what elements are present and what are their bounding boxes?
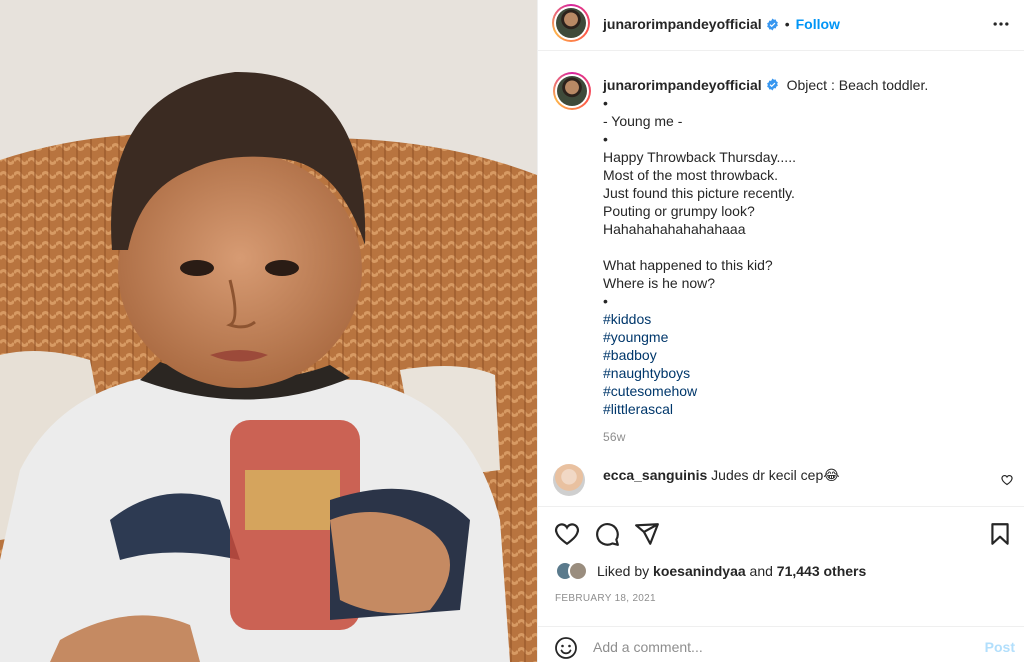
commenter-avatar[interactable] xyxy=(553,464,585,496)
caption-line: • xyxy=(603,95,608,111)
emoji-icon[interactable] xyxy=(554,636,578,660)
likes-prefix: Liked by xyxy=(597,563,650,579)
caption-line: • xyxy=(603,293,608,309)
header-user-line: junarorimpandeyofficial • Follow xyxy=(603,16,840,32)
hashtag-link[interactable]: #naughtyboys xyxy=(603,364,988,382)
instagram-post-view: junarorimpandeyofficial • Follow junaror… xyxy=(0,0,1024,662)
comment-like-heart-icon[interactable] xyxy=(1001,474,1013,486)
caption-line: Pouting or grumpy look? xyxy=(603,203,755,219)
post-header: junarorimpandeyofficial • Follow xyxy=(538,0,1024,51)
comment-icon[interactable] xyxy=(594,521,620,547)
caption-title: Object : Beach toddler. xyxy=(786,77,929,93)
caption-line: What happened to this kid? xyxy=(603,257,773,273)
caption-username[interactable]: junarorimpandeyofficial xyxy=(603,77,762,93)
more-options-icon[interactable] xyxy=(991,14,1011,34)
likes-count[interactable]: 71,443 others xyxy=(777,563,867,579)
hashtag-link[interactable]: #badboy xyxy=(603,346,988,364)
caption-first-line: junarorimpandeyofficial Object : Beach t… xyxy=(603,76,988,94)
comment-row: ecca_sanguinis Judes dr kecil cep😂 xyxy=(553,462,1013,498)
post-comment-button[interactable]: Post xyxy=(985,639,1015,655)
author-username[interactable]: junarorimpandeyofficial xyxy=(603,16,762,32)
caption-line: • xyxy=(603,131,608,147)
caption-timestamp[interactable]: 56w xyxy=(603,428,988,446)
hashtag-link[interactable]: #cutesomehow xyxy=(603,382,988,400)
verified-badge-icon xyxy=(766,78,778,91)
post-actions-bar xyxy=(538,506,1024,558)
post-date[interactable]: FEBRUARY 18, 2021 xyxy=(555,593,656,604)
commenter-username[interactable]: ecca_sanguinis xyxy=(603,467,707,483)
hashtag-link[interactable]: #littlerascal xyxy=(603,400,988,418)
toddler-photo-illustration xyxy=(0,0,537,662)
likes-summary: Liked by koesanindyaa and 71,443 others xyxy=(555,560,866,582)
caption-line xyxy=(603,238,988,256)
caption-line: Hahahahahahahahaaa xyxy=(603,221,746,237)
post-details-panel: junarorimpandeyofficial • Follow junaror… xyxy=(537,0,1024,662)
caption-text: junarorimpandeyofficial Object : Beach t… xyxy=(603,76,988,446)
caption-line: Happy Throwback Thursday..... xyxy=(603,149,796,165)
verified-badge-icon xyxy=(766,18,778,30)
likes-and: and xyxy=(749,563,773,579)
heart-icon[interactable] xyxy=(554,521,580,547)
comment-text: ecca_sanguinis Judes dr kecil cep😂 xyxy=(603,467,840,484)
hashtag-link[interactable]: #youngme xyxy=(603,328,988,346)
liker-avatars[interactable] xyxy=(555,561,591,581)
comment-body: Judes dr kecil cep😂 xyxy=(711,467,840,483)
add-comment-bar: Post xyxy=(538,626,1024,662)
follow-button[interactable]: Follow xyxy=(796,16,840,32)
caption-line: Just found this picture recently. xyxy=(603,185,795,201)
liker-username[interactable]: koesanindyaa xyxy=(653,563,746,579)
share-icon[interactable] xyxy=(634,521,660,547)
caption-line: Where is he now? xyxy=(603,275,716,291)
author-avatar[interactable] xyxy=(552,4,590,42)
caption-line: - Young me - xyxy=(603,113,683,129)
bookmark-icon[interactable] xyxy=(987,521,1013,547)
caption-author-avatar[interactable] xyxy=(553,72,591,110)
caption-line: Most of the most throwback. xyxy=(603,167,779,183)
post-photo[interactable] xyxy=(0,0,537,662)
hashtag-link[interactable]: #kiddos xyxy=(603,310,988,328)
follow-separator: • xyxy=(784,16,790,32)
comment-input[interactable] xyxy=(593,637,953,657)
